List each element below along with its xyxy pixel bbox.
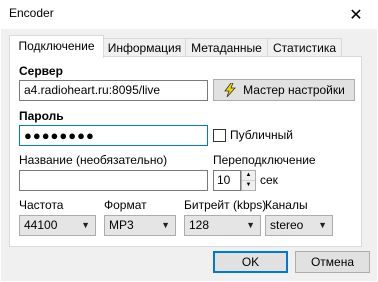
channels-value: stereo	[270, 218, 304, 232]
format-select[interactable]: MP3 ▼	[104, 215, 176, 236]
password-input[interactable]: ●●●●●●●●	[19, 125, 208, 146]
password-label: Пароль	[19, 109, 64, 123]
name-label: Название (необязательно)	[19, 153, 168, 167]
reconnect-label: Переподключение	[213, 153, 316, 167]
tab-connection[interactable]: Подключение	[9, 35, 104, 58]
server-input[interactable]: a4.radioheart.ru:8095/live	[19, 80, 208, 101]
chevron-down-icon: ▼	[318, 220, 327, 230]
name-input[interactable]	[19, 170, 208, 191]
close-icon[interactable]: ✕	[334, 0, 378, 29]
channels-select[interactable]: stereo ▼	[265, 215, 333, 236]
bitrate-label: Битрейт (kbps)	[184, 198, 267, 212]
frequency-value: 44100	[24, 218, 58, 232]
ok-button[interactable]: OK	[213, 251, 288, 273]
dialog-body: Подключение Информация Метаданные Статис…	[1, 29, 377, 281]
cancel-button[interactable]: Отмена	[295, 251, 370, 273]
bitrate-value: 128	[189, 218, 210, 232]
tab-metadata[interactable]: Метаданные	[185, 38, 268, 57]
bitrate-select[interactable]: 128 ▼	[184, 215, 261, 236]
wizard-button[interactable]: Мастер настройки	[213, 79, 355, 101]
lightning-icon	[224, 83, 237, 97]
frequency-label: Частота	[19, 198, 64, 212]
spinner-down-icon[interactable]: ▼	[242, 181, 255, 190]
window-title: Encoder	[9, 6, 54, 20]
reconnect-input[interactable]: 10	[213, 170, 241, 191]
format-label: Формат	[104, 198, 147, 212]
channels-label: Каналы	[265, 198, 308, 212]
reconnect-unit: сек	[260, 173, 278, 187]
public-label: Публичный	[230, 128, 294, 142]
title-bar: Encoder ✕	[0, 0, 378, 29]
connection-panel: Сервер a4.radioheart.ru:8095/live Мастер…	[9, 56, 362, 247]
reconnect-spinner[interactable]: ▲ ▼	[241, 170, 256, 191]
frequency-select[interactable]: 44100 ▼	[19, 215, 96, 236]
public-checkbox[interactable]	[213, 129, 226, 142]
tab-statistics[interactable]: Статистика	[267, 38, 342, 57]
tab-info[interactable]: Информация	[103, 38, 186, 57]
chevron-down-icon: ▼	[246, 220, 255, 230]
server-label: Сервер	[19, 64, 63, 78]
chevron-down-icon: ▼	[81, 220, 90, 230]
format-value: MP3	[109, 218, 134, 232]
chevron-down-icon: ▼	[161, 220, 170, 230]
wizard-button-label: Мастер настройки	[243, 83, 345, 97]
spinner-up-icon[interactable]: ▲	[242, 171, 255, 181]
